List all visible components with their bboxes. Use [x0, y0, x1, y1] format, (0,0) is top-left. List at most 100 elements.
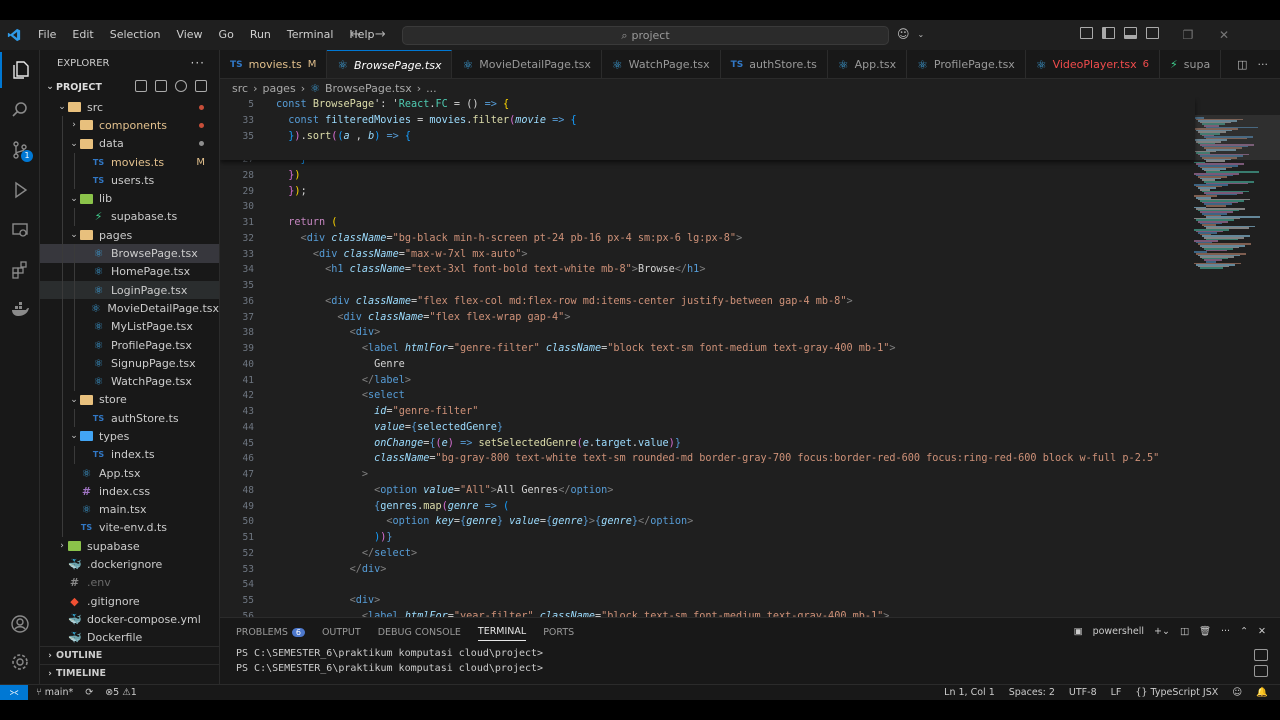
restore-window-icon[interactable]: ❐ — [1170, 28, 1206, 42]
remote-indicator-icon[interactable]: ⪥ — [0, 684, 28, 700]
code-editor[interactable]: 5 33 35 const BrowsePage': 'React.FC = () =… — [220, 97, 1280, 617]
file-item[interactable]: TS authStore.ts — [40, 409, 219, 428]
customize-layout-icon[interactable] — [1080, 27, 1093, 39]
folder-item[interactable]: ⌄ lib — [40, 189, 219, 208]
settings-gear-icon[interactable] — [0, 644, 40, 680]
more-actions-icon[interactable]: ··· — [191, 56, 205, 70]
command-center-search[interactable]: ⌕ project — [402, 26, 889, 45]
copilot-status-icon[interactable]: ☺ — [1232, 687, 1242, 698]
docker-icon[interactable] — [0, 292, 40, 328]
accounts-icon[interactable] — [0, 606, 40, 642]
file-item[interactable]: TS movies.ts M — [40, 152, 219, 172]
file-item[interactable]: ⚛ HomePage.tsx — [40, 262, 219, 281]
terminal-instance-icon[interactable] — [1254, 665, 1268, 677]
outline-section[interactable]: › OUTLINE — [40, 646, 219, 664]
folder-item[interactable]: ⌄ store — [40, 390, 219, 410]
panel-tab-problems[interactable]: PROBLEMS 6 — [236, 627, 305, 638]
new-folder-icon[interactable] — [155, 80, 167, 92]
file-item[interactable]: ⚛ WatchPage.tsx — [40, 372, 219, 391]
source-control-icon[interactable]: 1 — [0, 132, 40, 168]
breadcrumb-item[interactable]: BrowsePage.tsx — [325, 82, 412, 95]
encoding[interactable]: UTF-8 — [1069, 687, 1097, 698]
language-mode[interactable]: {} TypeScript JSX — [1135, 687, 1218, 698]
project-section-header[interactable]: ⌄ PROJECT — [40, 76, 219, 98]
tab-app-tsx[interactable]: ⚛ App.tsx — [828, 50, 908, 78]
copilot-menu[interactable]: ☺ ⌄ — [897, 27, 924, 41]
file-item[interactable]: # index.css — [40, 482, 219, 501]
file-item[interactable]: 🐳 Dockerfile — [40, 629, 219, 647]
tab-profilepage-tsx[interactable]: ⚛ ProfilePage.tsx — [907, 50, 1026, 78]
file-item[interactable]: ⚡ supabase.ts — [40, 207, 219, 227]
toggle-secondary-sidebar-icon[interactable] — [1146, 27, 1159, 39]
panel-tab-ports[interactable]: PORTS — [543, 627, 574, 638]
terminal-output[interactable]: PS C:\SEMESTER_6\praktikum komputasi clo… — [220, 646, 1280, 676]
menu-item-run[interactable]: Run — [242, 20, 279, 50]
close-window-icon[interactable]: ✕ — [1206, 28, 1242, 42]
file-item[interactable]: 🐳 docker-compose.yml — [40, 610, 219, 628]
sync-icon[interactable]: ⟳ — [85, 687, 93, 698]
panel-tab-debug-console[interactable]: DEBUG CONSOLE — [378, 627, 461, 638]
menu-item-go[interactable]: Go — [211, 20, 242, 50]
run-debug-icon[interactable] — [0, 172, 40, 208]
toggle-sidebar-icon[interactable] — [1102, 27, 1115, 39]
folder-item[interactable]: › supabase — [40, 537, 219, 555]
search-icon[interactable] — [0, 92, 40, 128]
breadcrumb-item[interactable]: pages — [262, 82, 295, 95]
folder-item[interactable]: › components — [40, 116, 219, 135]
explorer-icon[interactable] — [0, 52, 40, 88]
split-editor-icon[interactable]: ◫ — [1237, 58, 1247, 71]
file-item[interactable]: ⚛ SignupPage.tsx — [40, 354, 219, 373]
file-item[interactable]: ⚛ MovieDetailPage.tsx — [40, 299, 219, 318]
sticky-scroll-header[interactable]: 5 33 35 const BrowsePage': 'React.FC = () =… — [220, 97, 1195, 160]
file-item[interactable]: ⚛ BrowsePage.tsx — [40, 244, 219, 263]
shell-name[interactable]: powershell — [1093, 626, 1144, 637]
remote-explorer-icon[interactable] — [0, 212, 40, 248]
tab-watchpage-tsx[interactable]: ⚛ WatchPage.tsx — [602, 50, 721, 78]
breadcrumb-item[interactable]: src — [232, 82, 248, 95]
back-arrow-icon[interactable]: ← — [350, 27, 361, 42]
tab-videoplayer-tsx[interactable]: ⚛ VideoPlayer.tsx 6 — [1026, 50, 1161, 78]
new-file-icon[interactable] — [135, 80, 147, 92]
folder-item[interactable]: ⌄ types — [40, 427, 219, 446]
menu-item-edit[interactable]: Edit — [64, 20, 101, 50]
file-item[interactable]: ⚛ LoginPage.tsx — [40, 280, 219, 300]
forward-arrow-icon[interactable]: → — [375, 27, 386, 42]
line-ending[interactable]: LF — [1111, 687, 1122, 698]
file-item[interactable]: ⚛ main.tsx — [40, 500, 219, 519]
code-content[interactable]: } }) }); return ( <div className="bg-bla… — [276, 152, 1191, 617]
minimap[interactable] — [1194, 97, 1280, 617]
file-item[interactable]: ⚛ App.tsx — [40, 463, 219, 483]
extensions-icon[interactable] — [0, 252, 40, 288]
indentation[interactable]: Spaces: 2 — [1009, 687, 1055, 698]
toggle-panel-icon[interactable] — [1124, 27, 1137, 39]
file-item[interactable]: ⚛ MyListPage.tsx — [40, 317, 219, 336]
file-item[interactable]: 🐳 .dockerignore — [40, 555, 219, 573]
tab-movies-ts[interactable]: TS movies.ts M — [220, 50, 328, 78]
more-actions-icon[interactable]: ··· — [1221, 626, 1230, 637]
folder-item[interactable]: ⌄ pages — [40, 226, 219, 245]
split-terminal-icon[interactable]: ◫ — [1180, 626, 1189, 637]
minimap-slider[interactable] — [1194, 115, 1280, 160]
menu-item-view[interactable]: View — [168, 20, 210, 50]
new-terminal-icon[interactable]: +⌄ — [1154, 626, 1170, 637]
panel-tab-output[interactable]: OUTPUT — [322, 627, 361, 638]
file-item[interactable]: TS users.ts — [40, 171, 219, 190]
refresh-icon[interactable] — [175, 80, 187, 92]
file-item[interactable]: TS index.ts — [40, 445, 219, 464]
file-item[interactable]: ◆ .gitignore — [40, 592, 219, 610]
tab-moviedetailpage-tsx[interactable]: ⚛ MovieDetailPage.tsx — [452, 50, 602, 78]
menu-item-terminal[interactable]: Terminal — [279, 20, 342, 50]
menu-item-selection[interactable]: Selection — [102, 20, 169, 50]
timeline-section[interactable]: › TIMELINE — [40, 664, 219, 682]
menu-item-file[interactable]: File — [30, 20, 64, 50]
close-panel-icon[interactable]: ✕ — [1258, 626, 1266, 637]
maximize-panel-icon[interactable]: ⌃ — [1240, 626, 1248, 637]
terminal-instance-icon[interactable] — [1254, 649, 1268, 661]
folder-item[interactable]: ⌄ data — [40, 134, 219, 153]
tab-supa[interactable]: ⚡ supa — [1160, 50, 1222, 78]
collapse-all-icon[interactable] — [195, 80, 207, 92]
file-item[interactable]: TS vite-env.d.ts — [40, 518, 219, 538]
problems-indicator[interactable]: ⊗5 ⚠1 — [105, 687, 137, 698]
tab-browsepage-tsx[interactable]: ⚛ BrowsePage.tsx — [327, 50, 453, 78]
file-item[interactable]: ⚛ ProfilePage.tsx — [40, 335, 219, 355]
